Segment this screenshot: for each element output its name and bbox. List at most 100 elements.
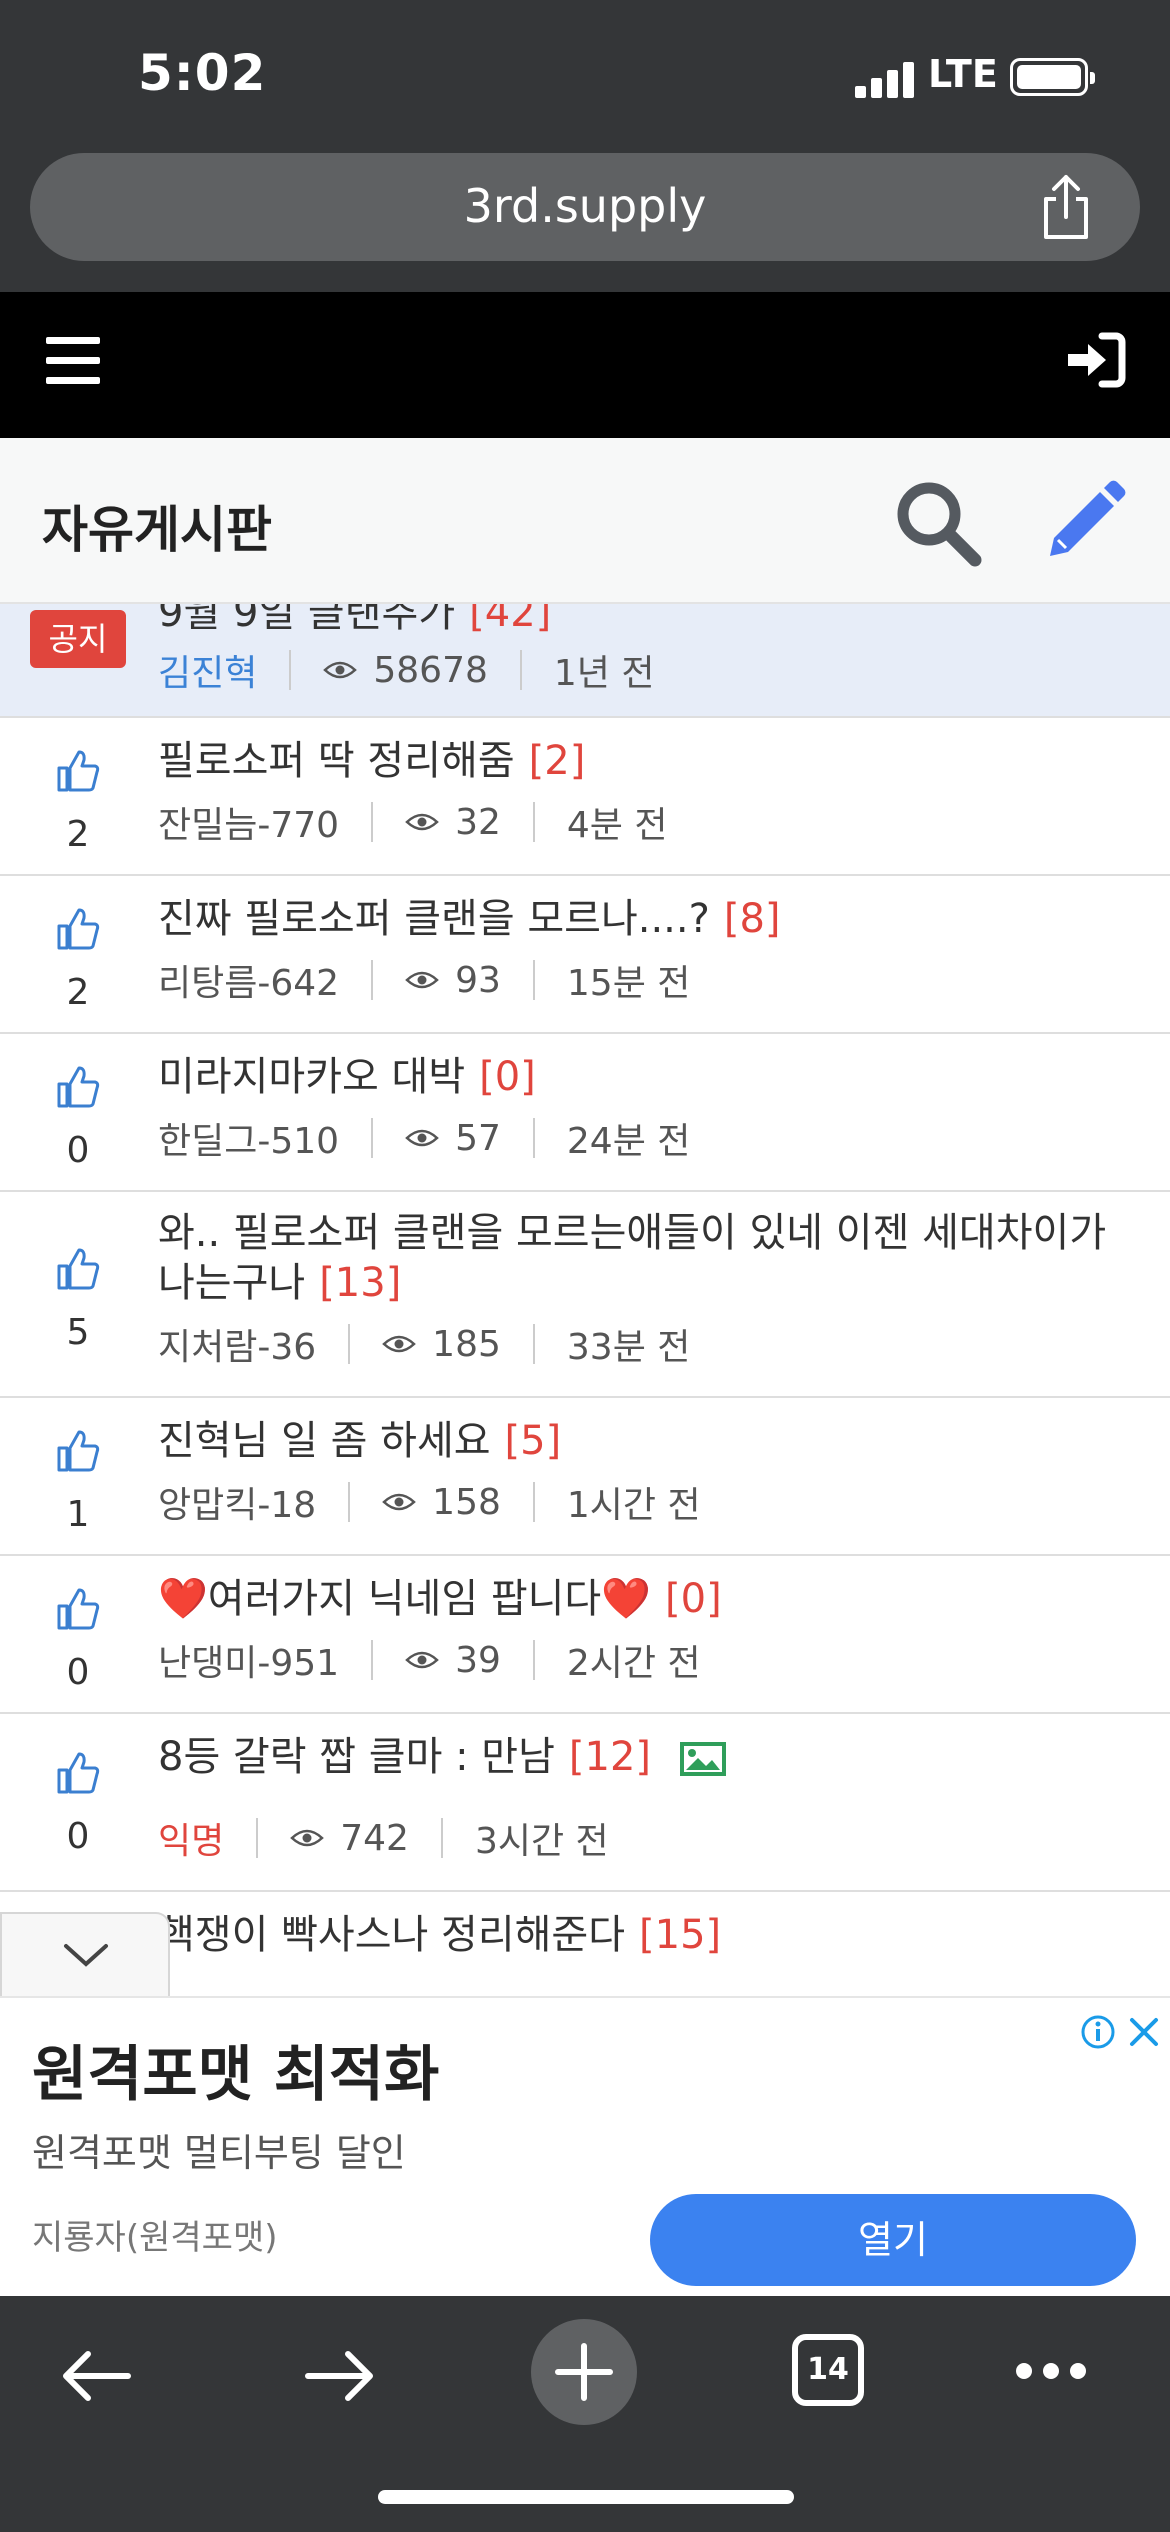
post-item[interactable]: 0 8등 갈락 짭 클마 : 만남 [12] 익명 742 3시간 전: [0, 1714, 1170, 1892]
post-time: 3시간 전: [474, 1821, 609, 1862]
notice-post[interactable]: 공지 9월 9일 클랜추가 [42] 김진혁 58678 1년 전: [0, 604, 1170, 718]
post-author[interactable]: 리탕름-642: [158, 954, 339, 1006]
post-item[interactable]: 0 미라지마카오 대박 [0] 한딜그-510 57 24분 전: [0, 1034, 1170, 1192]
comment-count: [8]: [723, 896, 781, 942]
thumbs-up-icon[interactable]: [55, 1246, 101, 1292]
post-meta: 지처람-36 185 33분 전: [158, 1318, 690, 1370]
like-count: 0: [66, 1652, 90, 1693]
search-icon[interactable]: [893, 478, 983, 568]
eye-icon: [323, 661, 358, 679]
eye-icon: [405, 1651, 439, 1669]
post-author[interactable]: 잔밀늠-770: [158, 796, 339, 848]
thumbs-up-icon[interactable]: [55, 1428, 101, 1474]
thumbs-up-icon[interactable]: [55, 1586, 101, 1632]
new-tab-icon[interactable]: [530, 2318, 638, 2426]
share-icon[interactable]: [1036, 173, 1096, 241]
post-meta: 리탕름-642 93 15분 전: [158, 954, 691, 1006]
post-time: 2시간 전: [566, 1643, 701, 1684]
post-list: 공지 9월 9일 클랜추가 [42] 김진혁 58678 1년 전 2 필로소퍼 …: [0, 604, 1170, 1984]
forward-icon[interactable]: [304, 2346, 376, 2406]
post-item[interactable]: 핵쟁이 빡사스나 정리해준다 [15]: [0, 1892, 1170, 1984]
post-time: 15분 전: [566, 963, 691, 1004]
write-icon[interactable]: [1040, 476, 1130, 566]
post-time: 4분 전: [566, 805, 668, 846]
post-title[interactable]: 필로소퍼 딱 정리해줌 [2]: [158, 736, 1140, 786]
like-block: 0: [38, 1064, 118, 1171]
post-title[interactable]: 진혁님 일 좀 하세요 [5]: [158, 1416, 1140, 1466]
post-time: 1년 전: [553, 653, 655, 694]
post-author[interactable]: 난댕미-951: [158, 1634, 339, 1686]
status-bar: 5:02 LTE 3rd.supply: [0, 0, 1170, 292]
thumbs-up-icon[interactable]: [55, 748, 101, 794]
url-text[interactable]: 3rd.supply: [30, 179, 1140, 233]
network-label: LTE: [928, 52, 998, 96]
post-title[interactable]: 진짜 필로소퍼 클랜을 모르나....? [8]: [158, 894, 1140, 944]
post-title[interactable]: 미라지마카오 대박 [0]: [158, 1052, 1140, 1102]
image-icon: [679, 1742, 726, 1776]
chevron-down-icon: [64, 1944, 108, 1967]
comment-count: [2]: [528, 738, 586, 784]
comment-count: [5]: [504, 1418, 562, 1464]
like-block: 0: [38, 1750, 118, 1857]
like-block: 5: [38, 1246, 118, 1353]
ad-source: 지룡자(원격포맷): [32, 2218, 278, 2258]
board-header: 자유게시판: [0, 438, 1170, 604]
thumbs-up-icon[interactable]: [55, 1064, 101, 1110]
notice-badge: 공지: [30, 610, 126, 668]
site-header: [0, 292, 1170, 438]
info-icon[interactable]: [1080, 2014, 1116, 2050]
post-item[interactable]: 2 진짜 필로소퍼 클랜을 모르나....? [8] 리탕름-642 93 15분…: [0, 876, 1170, 1034]
eye-icon: [405, 1129, 439, 1147]
view-count: 93: [455, 959, 501, 1001]
close-icon[interactable]: [1126, 2014, 1162, 2050]
collapse-tab[interactable]: [0, 1912, 170, 1996]
post-meta: 한딜그-510 57 24분 전: [158, 1112, 691, 1164]
post-author[interactable]: 앙맙킥-18: [158, 1476, 316, 1528]
address-bar[interactable]: 3rd.supply: [30, 153, 1140, 261]
tabs-button[interactable]: 14: [792, 2334, 864, 2406]
post-meta: 잔밀늠-770 32 4분 전: [158, 796, 668, 848]
post-item[interactable]: 2 필로소퍼 딱 정리해줌 [2] 잔밀늠-770 32 4분 전: [0, 718, 1170, 876]
comment-count: [13]: [319, 1260, 402, 1306]
ad-title[interactable]: 원격포맷 최적화: [32, 2026, 439, 2113]
status-time: 5:02: [138, 44, 267, 102]
post-item[interactable]: 5 와.. 필로소퍼 클랜을 모르는애들이 있네 이젠 세대차이가 나는구나 [1…: [0, 1192, 1170, 1398]
post-author[interactable]: 익명: [158, 1812, 224, 1864]
eye-icon: [382, 1493, 417, 1511]
like-block: 2: [38, 748, 118, 855]
post-time: 1시간 전: [566, 1485, 701, 1526]
post-time: 24분 전: [566, 1121, 691, 1162]
thumbs-up-icon[interactable]: [55, 1750, 101, 1796]
like-block: 0: [38, 1586, 118, 1693]
ad-banner[interactable]: 원격포맷 최적화 원격포맷 멀티부팅 달인 지룡자(원격포맷) 열기: [0, 1996, 1170, 2296]
post-author[interactable]: 김진혁: [158, 644, 257, 696]
post-author[interactable]: 지처람-36: [158, 1318, 316, 1370]
view-count: 58678: [373, 649, 488, 691]
home-indicator: [378, 2490, 794, 2504]
post-meta: 난댕미-951 39 2시간 전: [158, 1634, 701, 1686]
eye-icon: [405, 813, 439, 831]
login-icon[interactable]: [1066, 332, 1126, 388]
post-item[interactable]: 1 진혁님 일 좀 하세요 [5] 앙맙킥-18 158 1시간 전: [0, 1398, 1170, 1556]
thumbs-up-icon[interactable]: [55, 906, 101, 952]
back-icon[interactable]: [60, 2346, 132, 2406]
comment-count: [15]: [639, 1912, 722, 1958]
post-author[interactable]: 한딜그-510: [158, 1112, 339, 1164]
like-block: 2: [38, 906, 118, 1013]
post-title[interactable]: 9월 9일 클랜추가 [42]: [158, 604, 1140, 638]
menu-icon[interactable]: [46, 337, 100, 385]
post-title[interactable]: 핵쟁이 빡사스나 정리해준다 [15]: [158, 1910, 1140, 1960]
like-count: 0: [66, 1816, 90, 1857]
signal-icon: [855, 62, 915, 98]
post-title[interactable]: 8등 갈락 짭 클마 : 만남 [12]: [158, 1732, 1140, 1782]
ad-open-button[interactable]: 열기: [650, 2194, 1136, 2286]
post-title[interactable]: ❤️여러가지 닉네임 팝니다❤️ [0]: [158, 1574, 1140, 1624]
post-title[interactable]: 와.. 필로소퍼 클랜을 모르는애들이 있네 이젠 세대차이가 나는구나 [13]: [158, 1208, 1140, 1308]
battery-icon: [1010, 58, 1095, 96]
ad-subtitle: 원격포맷 멀티부팅 달인: [32, 2131, 406, 2175]
post-meta: 익명 742 3시간 전: [158, 1812, 609, 1864]
page-title: 자유게시판: [42, 501, 272, 559]
more-icon[interactable]: [1014, 2360, 1088, 2382]
view-count: 742: [340, 1817, 409, 1859]
post-item[interactable]: 0 ❤️여러가지 닉네임 팝니다❤️ [0] 난댕미-951 39 2시간 전: [0, 1556, 1170, 1714]
